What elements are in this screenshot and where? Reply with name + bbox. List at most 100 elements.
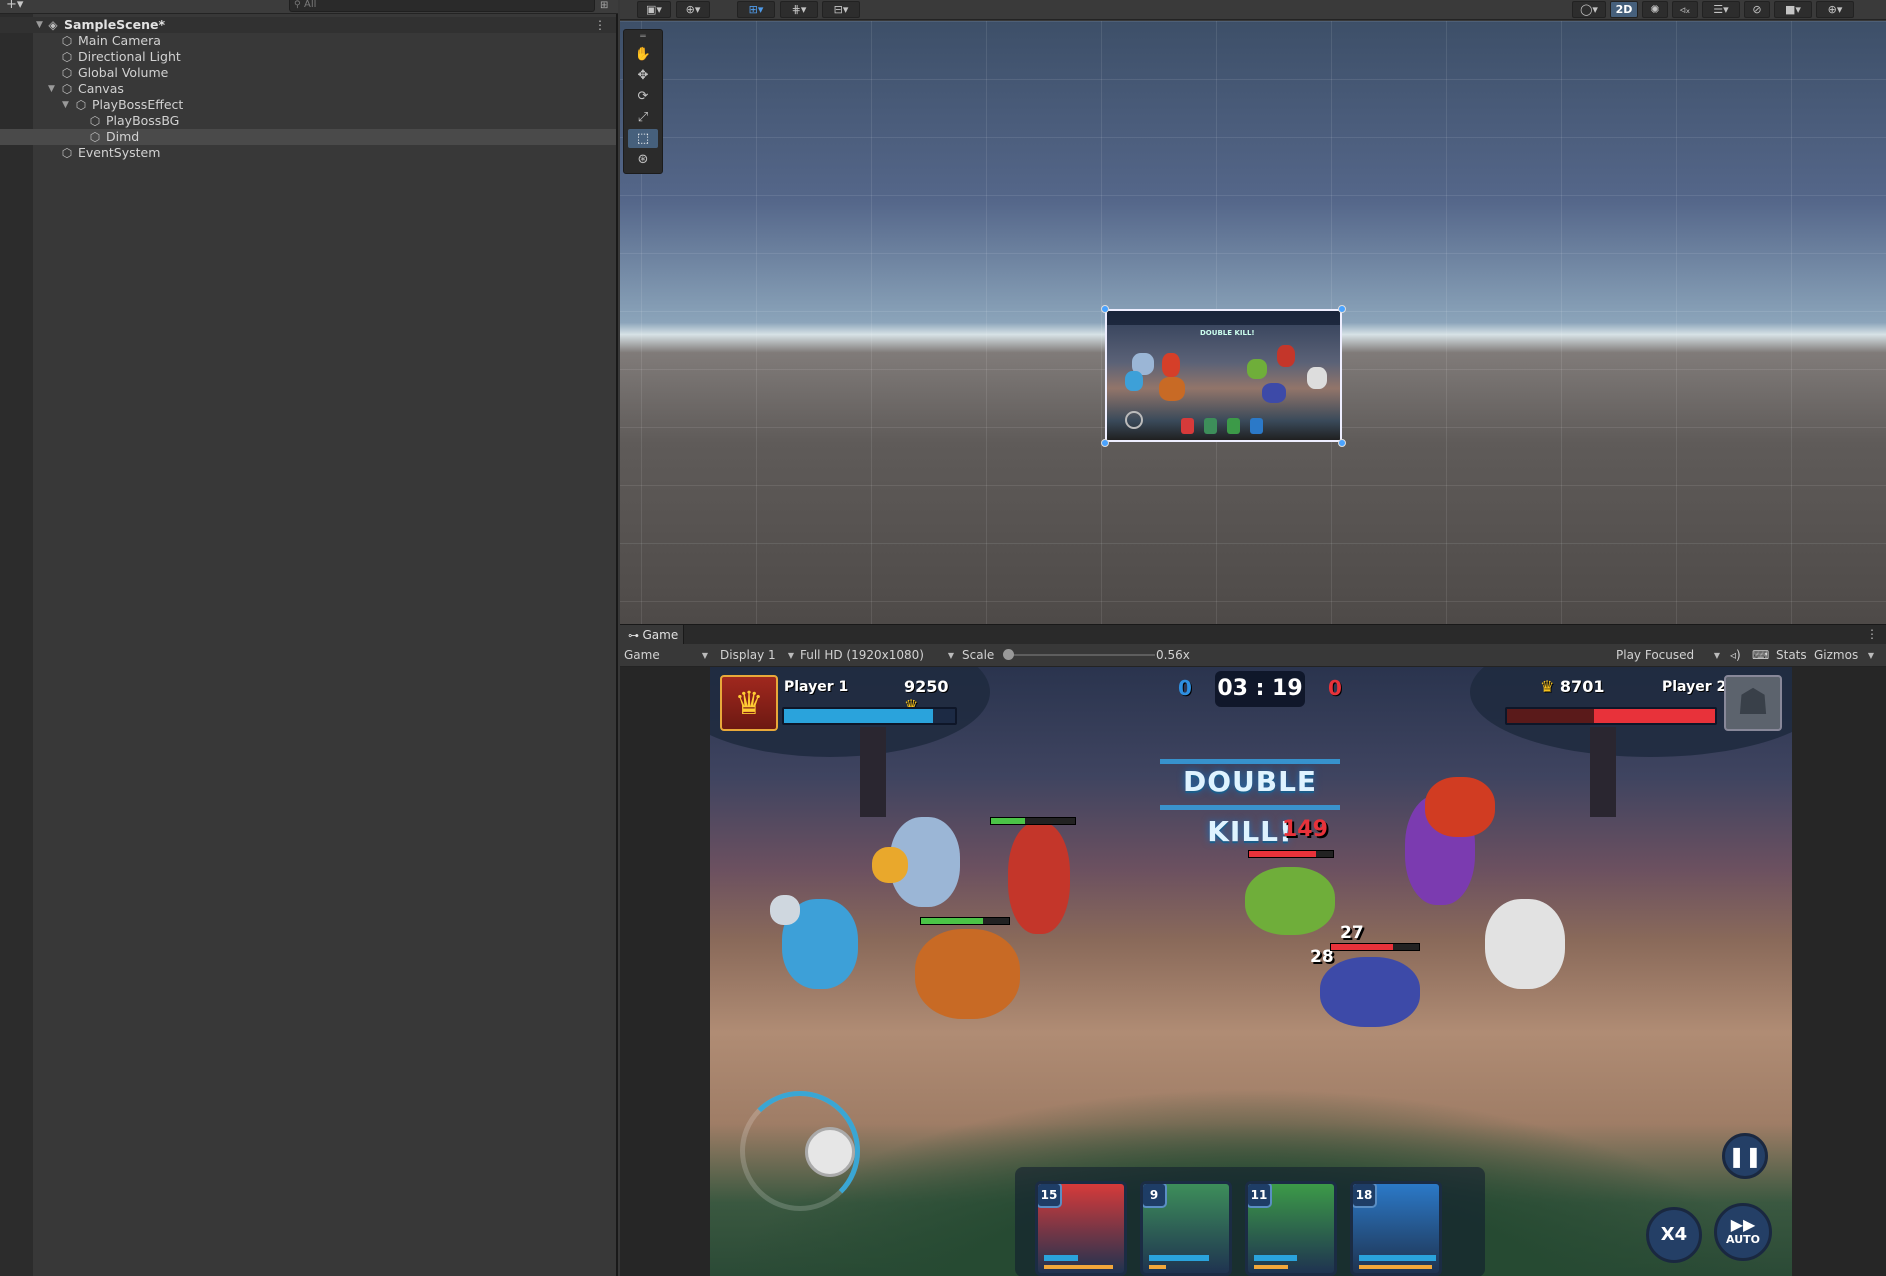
keyboard-icon[interactable]: ⌨ xyxy=(1752,647,1769,664)
player2-name: Player 2 xyxy=(1662,679,1727,695)
rect-tool-icon[interactable]: ⬚ xyxy=(628,129,658,148)
preview-card xyxy=(1204,418,1217,434)
stats-button[interactable]: Stats xyxy=(1776,647,1808,664)
enemy-robot-character[interactable] xyxy=(1485,899,1565,989)
hidden-objects-toggle[interactable]: ⊘ xyxy=(1744,1,1770,18)
preview-character xyxy=(1159,377,1185,401)
add-object-button[interactable]: +▾ xyxy=(6,0,23,12)
increment-snap-dropdown[interactable]: ⊟▾ xyxy=(822,1,860,18)
hierarchy-item-playbosseffect[interactable]: ▼ ⬡ PlayBossEffect xyxy=(0,97,616,113)
camera-dropdown[interactable]: ■▾ xyxy=(1774,1,1812,18)
scene-viewport[interactable]: ═ ✋ ✥ ⟳ ⤢ ⬚ ⊛ DOUBLE KILL! xyxy=(620,21,1886,624)
rect-handle-bl[interactable] xyxy=(1101,439,1109,447)
banner-deco xyxy=(1160,805,1340,810)
expand-arrow-icon[interactable]: ▼ xyxy=(48,81,58,97)
gameobject-icon: ⬡ xyxy=(61,34,73,48)
audio-icon[interactable]: ◃) xyxy=(1730,647,1744,664)
gameobject-icon: ⬡ xyxy=(89,130,101,144)
game-canvas[interactable]: ♛ Player 1 9250 ♛ 0 03 : 19 0 ♛ 8701 Pla… xyxy=(710,667,1792,1276)
rotate-tool-icon[interactable]: ⟳ xyxy=(628,87,658,106)
mute-icon: ◃ₓ xyxy=(1679,3,1691,16)
canvas-preview[interactable]: DOUBLE KILL! xyxy=(1105,309,1342,442)
hierarchy-item-playbossbg[interactable]: ⬡ PlayBossBG xyxy=(0,113,616,129)
user-silhouette-icon: ☗ xyxy=(1736,682,1770,723)
game-viewport[interactable]: ♛ Player 1 9250 ♛ 0 03 : 19 0 ♛ 8701 Pla… xyxy=(620,667,1886,1276)
expand-arrow-icon[interactable]: ▼ xyxy=(36,17,46,33)
hierarchy-item-label: Canvas xyxy=(78,81,124,96)
hierarchy-search-input[interactable]: ⚲ All xyxy=(289,0,595,12)
hierarchy-item-eventsystem[interactable]: ⬡ EventSystem xyxy=(0,145,616,161)
mode-2d-toggle[interactable]: 2D xyxy=(1610,1,1638,18)
hierarchy-item-global-volume[interactable]: ⬡ Global Volume xyxy=(0,65,616,81)
joystick-knob[interactable] xyxy=(805,1127,855,1177)
hierarchy-item-main-camera[interactable]: ⬡ Main Camera xyxy=(0,33,616,49)
auto-button[interactable]: ▶▶ AUTO xyxy=(1714,1203,1772,1261)
unit-card-2[interactable]: 9 xyxy=(1140,1181,1232,1276)
effects-dropdown[interactable]: ☰▾ xyxy=(1702,1,1740,18)
gameobject-icon: ⬡ xyxy=(61,50,73,64)
ally-cannon xyxy=(770,895,800,925)
enemy-ninja-character[interactable] xyxy=(1320,957,1420,1027)
rect-handle-tl[interactable] xyxy=(1101,305,1109,313)
hierarchy-tree: ▼ ◈ SampleScene* ⋮ ⬡ Main Camera ⬡ Direc… xyxy=(0,17,616,161)
scale-tool-icon[interactable]: ⤢ xyxy=(628,108,658,127)
grid-visibility-dropdown[interactable]: ⋕▾ xyxy=(780,1,818,18)
unit-card-4[interactable]: 18 xyxy=(1350,1181,1442,1276)
draw-mode-dropdown[interactable]: ▣▾ xyxy=(637,1,671,18)
hierarchy-item-dimd[interactable]: ⬡ Dimd xyxy=(0,129,616,145)
unit-card-1[interactable]: 15 xyxy=(1035,1181,1127,1276)
unit-card-3[interactable]: 11 xyxy=(1245,1181,1337,1276)
lighting-toggle[interactable]: ✺ xyxy=(1642,1,1668,18)
player1-hp-fill xyxy=(784,709,933,723)
rect-handle-br[interactable] xyxy=(1338,439,1346,447)
preview-banner: DOUBLE KILL! xyxy=(1200,329,1255,337)
grid-snap-dropdown[interactable]: ⊞▾ xyxy=(737,1,775,18)
hierarchy-item-label: Main Camera xyxy=(78,33,161,48)
pause-button[interactable]: ❚❚ xyxy=(1722,1133,1768,1179)
gizmos-dropdown[interactable]: ⊕▾ xyxy=(1816,1,1854,18)
rect-handle-tr[interactable] xyxy=(1338,305,1346,313)
gizmo-icon: ⊕▾ xyxy=(1827,3,1843,16)
move-tool-icon[interactable]: ✥ xyxy=(628,66,658,85)
ally-mustache-character[interactable] xyxy=(915,929,1020,1019)
play-mode-dropdown[interactable]: Play Focused ▼ xyxy=(1616,647,1720,664)
preview-card xyxy=(1227,418,1240,434)
dropdown-arrow-icon: ▼ xyxy=(787,651,794,660)
scene-menu-icon[interactable]: ⋮ xyxy=(594,17,606,33)
scene-root-row[interactable]: ▼ ◈ SampleScene* ⋮ xyxy=(0,17,616,33)
player1-hud: ♛ Player 1 9250 ♛ xyxy=(720,675,957,733)
hierarchy-item-canvas[interactable]: ▼ ⬡ Canvas xyxy=(0,81,616,97)
transform-tool-icon[interactable]: ⊛ xyxy=(628,150,658,169)
display-dropdown[interactable]: Display 1 ▼ xyxy=(720,647,794,664)
hierarchy-item-directional-light[interactable]: ⬡ Directional Light xyxy=(0,49,616,65)
enemy-afro xyxy=(1425,777,1495,837)
player2-trophies: ♛ 8701 xyxy=(1540,677,1605,696)
global-toggle-dropdown[interactable]: ⊕▾ xyxy=(676,1,710,18)
expand-arrow-icon[interactable]: ▼ xyxy=(62,97,72,113)
scale-value: 0.56x xyxy=(1156,648,1190,662)
enemy-green-hp xyxy=(1248,850,1334,858)
hand-tool-icon[interactable]: ✋ xyxy=(628,45,658,64)
damage-number: 27 xyxy=(1340,923,1364,943)
gamepad-icon: ⊶ xyxy=(628,629,643,642)
render-mode-dropdown[interactable]: ◯▾ xyxy=(1572,1,1606,18)
scale-slider-knob[interactable] xyxy=(1003,649,1014,660)
hierarchy-toolbar: +▾ ⚲ All ⊞ xyxy=(0,0,618,14)
preview-joystick xyxy=(1125,411,1143,429)
tab-game[interactable]: ⊶ Game xyxy=(620,625,684,645)
game-tabbar: ⊶ Game ⋮ xyxy=(620,624,1886,645)
gizmos-dropdown[interactable]: Gizmos ▼ xyxy=(1814,647,1874,664)
scale-slider[interactable] xyxy=(1003,649,1155,660)
lock-icon[interactable]: ⊞ xyxy=(600,0,608,11)
trophy-icon: ♛ xyxy=(1540,677,1555,696)
card-level-badge: 11 xyxy=(1248,1184,1272,1208)
ally-red-character[interactable] xyxy=(1008,822,1070,934)
camera-icon: ■▾ xyxy=(1785,3,1801,16)
view-type-dropdown[interactable]: Game ▼ xyxy=(624,647,708,664)
speed-button[interactable]: X4 xyxy=(1646,1207,1702,1263)
resolution-dropdown[interactable]: Full HD (1920x1080) ▼ xyxy=(800,647,954,664)
panel-menu-icon[interactable]: ⋮ xyxy=(1866,627,1878,641)
enemy-green-character[interactable] xyxy=(1245,867,1335,935)
card-level-badge: 15 xyxy=(1038,1184,1062,1208)
audio-toggle[interactable]: ◃ₓ xyxy=(1672,1,1698,18)
